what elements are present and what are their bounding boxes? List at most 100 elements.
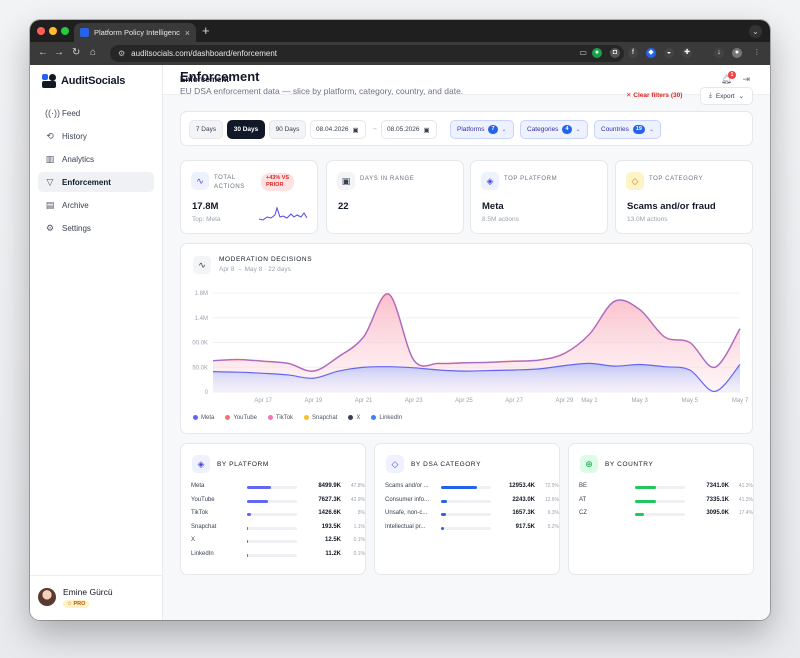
address-bar[interactable]: ⚙ auditsocials.com/dashboard/enforcement… [110, 45, 624, 62]
trend-line: +43% VS [266, 175, 290, 181]
minimize-window-button[interactable] [49, 27, 57, 35]
profile-icon[interactable]: ● [732, 48, 742, 58]
row-percent: 9.3% [547, 510, 559, 516]
row-percent: 17.4% [738, 510, 753, 516]
page-subtitle: EU DSA enforcement data — slice by platf… [180, 86, 464, 96]
cast-icon[interactable]: ▭ [579, 48, 587, 57]
breakdown-row[interactable]: X 12.5K 0.1% [191, 537, 365, 547]
row-label: X [191, 537, 196, 543]
row-bar-fill [635, 513, 644, 516]
user-profile[interactable]: Emine Gürcü ☆ PRO [30, 575, 163, 620]
breakdown-row[interactable]: Scams and/or ... 12953.4K 72.9% [385, 483, 559, 493]
breakdown-row[interactable]: Consumer info... 2243.0K 12.6% [385, 497, 559, 507]
kpi-value: 22 [338, 201, 349, 212]
breakdown-row[interactable]: BE 7341.0K 41.3% [579, 483, 753, 493]
trend-line: PRIOR [266, 182, 284, 188]
legend-item[interactable]: X [348, 415, 360, 421]
breakdown-row[interactable]: CZ 3095.0K 17.4% [579, 510, 753, 520]
chevron-down-icon: ⌄ [575, 127, 581, 133]
extension-blue-icon[interactable]: ◆ [646, 48, 656, 58]
sidebar-item-history[interactable]: ⟲ History [38, 126, 154, 146]
breakdown-row[interactable]: YouTube 7627.3K 42.9% [191, 497, 365, 507]
sidebar-item-enforcement[interactable]: ▽ Enforcement [38, 172, 154, 192]
categories-filter[interactable]: Categories 4 ⌄ [520, 120, 588, 139]
extension-fx-icon[interactable]: f [628, 48, 638, 58]
breakdown-row[interactable]: Meta 8499.9K 47.8% [191, 483, 365, 493]
breakdown-row[interactable]: AT 7335.1K 41.3% [579, 496, 753, 507]
home-icon[interactable]: ⌂ [90, 47, 96, 59]
breakdown-row[interactable]: Unsafe, non-c... 1657.3K 9.3% [385, 510, 559, 520]
sidebar-item-settings[interactable]: ⚙ Settings [38, 218, 154, 238]
countries-filter[interactable]: Countries 19 ⌄ [594, 120, 661, 139]
back-icon[interactable]: ← [38, 47, 48, 59]
legend-item[interactable]: LinkedIn [371, 415, 402, 421]
legend-item[interactable]: YouTube [225, 415, 257, 421]
new-tab-button[interactable]: + [202, 23, 210, 39]
breakdown-row[interactable]: TikTok 1426.6K 8% [191, 510, 365, 520]
sidebar-item-archive[interactable]: ▤ Archive [38, 195, 154, 215]
row-bar-fill [247, 553, 248, 557]
row-value: 12.5K [324, 537, 341, 543]
favicon-icon [80, 28, 89, 37]
row-percent: 12.6% [544, 496, 559, 503]
trend-badge: +43% VS PRIOR [261, 173, 295, 191]
range-30-days-button[interactable]: 30 Days [227, 120, 265, 139]
x-tick-label: Apr 27 [505, 398, 523, 404]
extensions-puzzle-icon[interactable]: ✚ [682, 48, 692, 58]
date-to-field[interactable]: 08.05.2026 ▣ [381, 120, 437, 139]
maximize-window-button[interactable] [61, 27, 69, 35]
clear-filters-button[interactable]: ✕ Clear filters (30) [626, 91, 682, 99]
browser-menu-icon[interactable]: ⋮ [752, 48, 762, 58]
date-from-field[interactable]: 08.04.2026 ▣ [310, 120, 366, 139]
tab-close-icon[interactable]: × [185, 28, 190, 38]
calendar-icon: ▣ [352, 126, 359, 134]
extension-dark-icon[interactable]: ◒ [664, 48, 674, 58]
sidebar-item-feed[interactable]: ((·)) Feed [38, 103, 154, 123]
row-label: Scams and/or ... [385, 483, 429, 489]
reload-icon[interactable]: ↻ [72, 47, 80, 59]
kpi-days-in-range: ▣ DAYS IN RANGE 22 [326, 160, 464, 234]
site-info-icon[interactable]: ⚙ [118, 49, 125, 58]
row-label: AT [579, 496, 587, 503]
row-bar-fill [635, 486, 656, 489]
broadcast-icon: ((·)) [45, 108, 60, 118]
by-country-card: ⊕ BY COUNTRY BE 7341.0K 41.3% AT 7335.1K 41.3… [568, 443, 754, 575]
brand[interactable]: AuditSocials [42, 74, 125, 88]
range-7-days-button[interactable]: 7 Days [189, 120, 223, 139]
close-window-button[interactable] [37, 27, 45, 35]
sidebar-item-label: History [62, 131, 87, 141]
x-tick-label: May 5 [682, 398, 699, 404]
row-percent: 41.3% [738, 496, 753, 503]
row-value: 3095.0K [706, 510, 729, 516]
legend-item[interactable]: Snapchat [304, 415, 337, 421]
row-label: Meta [191, 483, 205, 489]
notification-badge: 1 [728, 71, 736, 79]
platforms-filter[interactable]: Platforms 7 ⌄ [450, 120, 514, 139]
range-90-days-button[interactable]: 90 Days [269, 120, 306, 139]
categories-count-badge: 4 [562, 125, 572, 134]
sidebar-item-analytics[interactable]: ▥ Analytics [38, 149, 154, 169]
kpi-value: 17.8M [192, 201, 219, 212]
browser-tab[interactable]: Platform Policy Intelligence × [74, 23, 196, 42]
logout-icon[interactable]: ⇥ [742, 74, 750, 85]
row-label: LinkedIn [191, 550, 214, 557]
extension-camera-icon[interactable]: ◘ [610, 48, 620, 58]
downloads-icon[interactable]: ↓ [714, 48, 724, 58]
breakdown-row[interactable]: Intellectual pr... 917.5K 5.2% [385, 524, 559, 534]
url-text[interactable]: auditsocials.com/dashboard/enforcement [131, 49, 277, 58]
legend-item[interactable]: TikTok [267, 415, 293, 421]
row-percent: 8% [357, 510, 365, 516]
breakdown-row[interactable]: LinkedIn 11.2K 0.1% [191, 550, 365, 561]
row-percent: 72.9% [544, 483, 559, 489]
export-button[interactable]: ⤓ Export ⌄ [700, 87, 753, 105]
y-tick-label: 1.8M [195, 291, 208, 297]
extension-green-icon[interactable]: ● [592, 48, 602, 58]
row-percent: 41.3% [738, 483, 753, 489]
sidebar-item-label: Feed [62, 108, 81, 118]
legend-item[interactable]: Meta [193, 415, 214, 421]
x-tick-label: Apr 25 [455, 398, 473, 404]
tab-search-button[interactable]: ⌄ [749, 25, 762, 38]
row-value: 1426.6K [318, 510, 341, 516]
breakdown-row[interactable]: Snapchat 193.5K 1.1% [191, 524, 365, 534]
forward-icon[interactable]: → [54, 47, 64, 59]
